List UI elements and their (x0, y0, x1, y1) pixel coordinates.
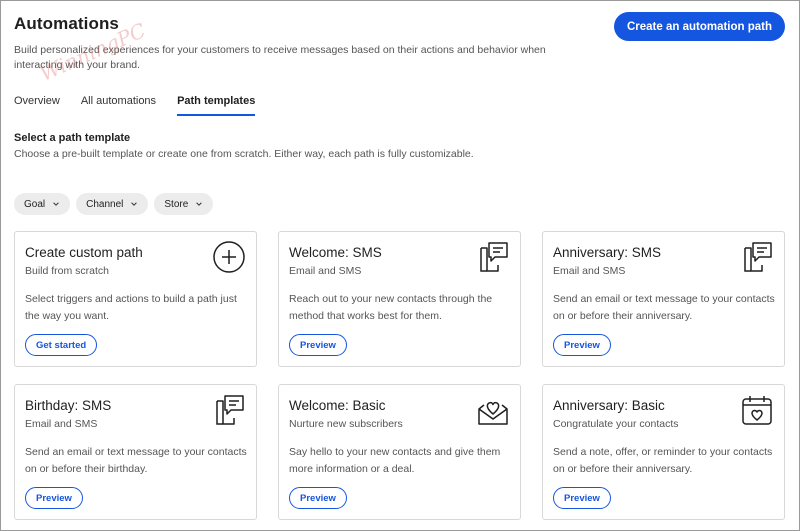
preview-button[interactable]: Preview (553, 487, 611, 509)
plus-circle-icon (213, 241, 245, 273)
card-subtitle: Build from scratch (25, 265, 110, 277)
page-title: Automations (14, 14, 119, 33)
section-subtitle: Choose a pre-built template or create on… (14, 148, 474, 160)
template-card-welcome-basic[interactable]: Welcome: Basic Nurture new subscribers S… (278, 384, 521, 520)
sms-phone-icon (216, 395, 244, 425)
filter-bar: Goal Channel Store (14, 193, 214, 215)
sms-phone-icon (480, 242, 508, 272)
card-description: Send a note, offer, or reminder to your … (553, 446, 773, 475)
preview-button[interactable]: Preview (289, 487, 347, 509)
card-description: Send an email or text message to your co… (25, 446, 247, 475)
card-description: Reach out to your new contacts through t… (289, 293, 493, 322)
chevron-down-icon (53, 202, 59, 206)
filter-goal-label: Goal (24, 198, 46, 210)
template-card-welcome-sms[interactable]: Welcome: SMS Email and SMS Reach out to … (278, 231, 521, 367)
card-title: Birthday: SMS (25, 398, 112, 413)
filter-goal[interactable]: Goal (14, 193, 71, 215)
preview-button[interactable]: Preview (289, 334, 347, 356)
card-subtitle: Email and SMS (553, 265, 626, 277)
heart-calendar-icon (742, 396, 772, 425)
filter-store[interactable]: Store (154, 193, 214, 215)
tab-all-automations[interactable]: All automations (81, 95, 156, 116)
page-header: Automations Build personalized experienc… (14, 14, 594, 73)
template-card-create-custom-path[interactable]: Create custom path Build from scratch Se… (14, 231, 257, 367)
card-description: Select triggers and actions to build a p… (25, 293, 237, 322)
tab-bar: Overview All automations Path templates (14, 95, 276, 116)
filter-store-label: Store (164, 198, 189, 210)
card-title: Create custom path (25, 245, 143, 260)
filter-channel[interactable]: Channel (76, 193, 149, 215)
card-description: Send an email or text message to your co… (553, 293, 775, 322)
heart-envelope-icon (478, 401, 508, 425)
card-subtitle: Nurture new subscribers (289, 418, 403, 430)
chevron-down-icon (131, 202, 138, 206)
card-subtitle: Email and SMS (25, 418, 98, 430)
filter-channel-label: Channel (86, 198, 124, 210)
card-subtitle: Email and SMS (289, 265, 362, 277)
sms-phone-icon (744, 242, 772, 272)
card-subtitle: Congratulate your contacts (553, 418, 679, 430)
preview-button[interactable]: Preview (553, 334, 611, 356)
card-title: Anniversary: Basic (553, 398, 665, 413)
template-card-birthday-sms[interactable]: Birthday: SMS Email and SMS Send an emai… (14, 384, 257, 520)
card-description: Say hello to your new contacts and give … (289, 446, 501, 475)
create-automation-path-button[interactable]: Create an automation path (614, 12, 785, 41)
template-card-anniversary-basic[interactable]: Anniversary: Basic Congratulate your con… (542, 384, 785, 520)
card-title: Welcome: SMS (289, 245, 382, 260)
chevron-down-icon (196, 202, 203, 206)
preview-button[interactable]: Preview (25, 487, 83, 509)
card-title: Anniversary: SMS (553, 245, 662, 260)
section-title: Select a path template (14, 132, 131, 144)
template-card-anniversary-sms[interactable]: Anniversary: SMS Email and SMS Send an e… (542, 231, 785, 367)
tab-overview[interactable]: Overview (14, 95, 60, 116)
tab-path-templates[interactable]: Path templates (177, 95, 256, 116)
page-description: Build personalized experiences for your … (14, 44, 546, 71)
get-started-button[interactable]: Get started (25, 334, 98, 356)
card-title: Welcome: Basic (289, 398, 386, 413)
